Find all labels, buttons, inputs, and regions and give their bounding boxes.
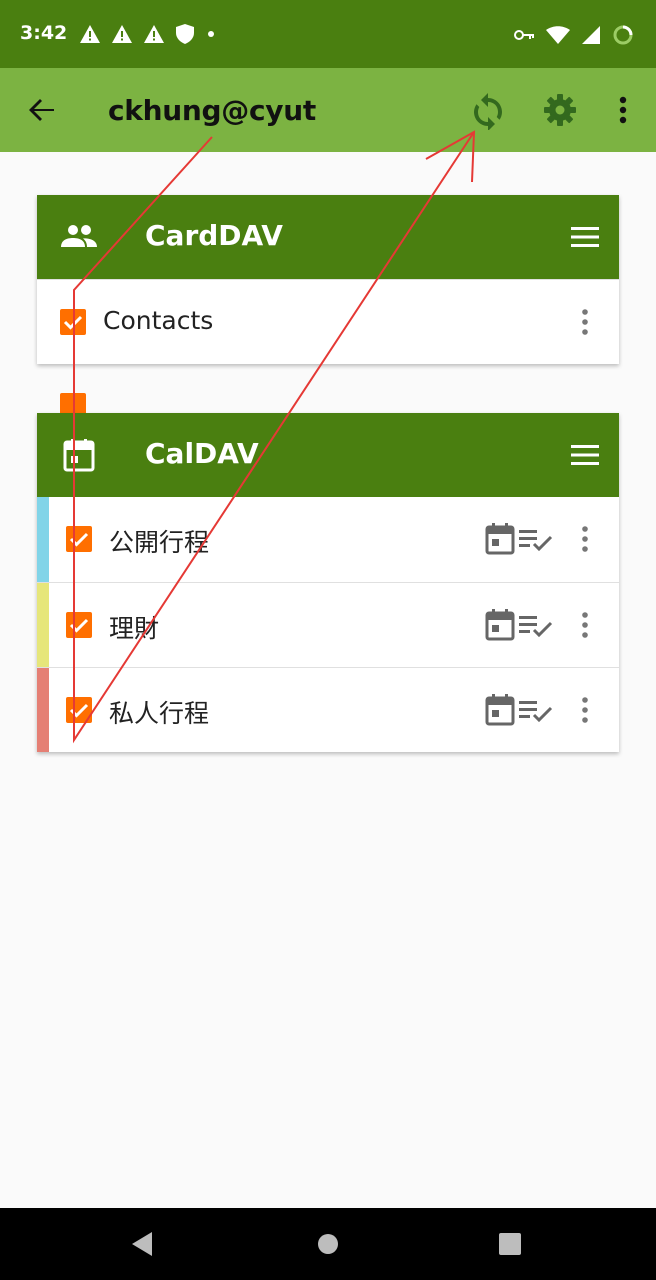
event-icon bbox=[485, 694, 515, 726]
sync-icon[interactable] bbox=[468, 90, 508, 130]
list-item-calendar[interactable]: 私人行程 bbox=[37, 667, 619, 752]
status-time: 3:42 bbox=[20, 22, 68, 44]
caldav-title: CalDAV bbox=[145, 437, 259, 470]
settings-icon[interactable] bbox=[540, 90, 580, 130]
nav-back-icon[interactable] bbox=[130, 1230, 156, 1258]
tasks-checklist-icon bbox=[519, 616, 553, 638]
dot-icon bbox=[208, 31, 214, 37]
list-item-label: 私人行程 bbox=[109, 699, 210, 728]
calendar-icon bbox=[63, 439, 95, 472]
carddav-header: CardDAV bbox=[37, 195, 619, 279]
carddav-card: CardDAV Contacts bbox=[37, 195, 619, 419]
account-title: ckhung@cyut bbox=[108, 94, 316, 127]
checkbox-checked-icon[interactable] bbox=[66, 697, 92, 723]
shield-icon bbox=[176, 24, 194, 44]
notification-icons bbox=[80, 24, 216, 44]
warning-icon bbox=[80, 25, 100, 43]
more-vert-icon[interactable] bbox=[575, 523, 595, 555]
event-icon bbox=[485, 523, 515, 555]
tasks-checklist-icon bbox=[519, 701, 553, 723]
more-vert-icon[interactable] bbox=[606, 90, 640, 130]
warning-icon bbox=[112, 25, 132, 43]
list-item-calendar[interactable]: 理財 bbox=[37, 582, 619, 667]
checkbox-checked-icon[interactable] bbox=[66, 526, 92, 552]
back-arrow-icon[interactable] bbox=[24, 92, 60, 128]
list-item-label: 理財 bbox=[109, 614, 160, 643]
calendar-color-strip bbox=[37, 497, 49, 582]
menu-icon[interactable] bbox=[567, 439, 603, 471]
system-status-icons bbox=[514, 24, 634, 46]
checkbox-checked-icon[interactable] bbox=[60, 309, 86, 335]
app-bar: ckhung@cyut bbox=[0, 68, 656, 152]
warning-icon bbox=[144, 25, 164, 43]
status-bar: 3:42 bbox=[0, 0, 656, 68]
calendar-color-strip bbox=[37, 668, 49, 752]
battery-charging-icon bbox=[613, 25, 633, 45]
nav-home-icon[interactable] bbox=[316, 1232, 340, 1256]
people-icon bbox=[61, 225, 97, 247]
caldav-card: CalDAV 公開行程理財私人行程 bbox=[37, 413, 619, 752]
caldav-list: 公開行程理財私人行程 bbox=[37, 497, 619, 752]
vpn-key-icon bbox=[514, 30, 534, 40]
caldav-header: CalDAV bbox=[37, 413, 619, 497]
cell-signal-icon bbox=[582, 26, 600, 44]
nav-recents-icon[interactable] bbox=[498, 1232, 522, 1256]
list-item-label: Contacts bbox=[103, 306, 214, 335]
more-vert-icon[interactable] bbox=[575, 694, 595, 726]
menu-icon[interactable] bbox=[567, 221, 603, 253]
wifi-icon bbox=[546, 26, 570, 44]
navigation-bar bbox=[0, 1208, 656, 1280]
checkbox-checked-icon[interactable] bbox=[66, 612, 92, 638]
more-vert-icon[interactable] bbox=[575, 306, 595, 338]
more-vert-icon[interactable] bbox=[575, 609, 595, 641]
tasks-checklist-icon bbox=[519, 530, 553, 552]
event-icon bbox=[485, 609, 515, 641]
list-item-calendar[interactable]: 公開行程 bbox=[37, 497, 619, 582]
list-item-contacts[interactable]: Contacts bbox=[37, 279, 619, 419]
calendar-color-strip bbox=[37, 583, 49, 667]
list-item-label: 公開行程 bbox=[109, 528, 210, 557]
carddav-title: CardDAV bbox=[145, 219, 283, 252]
